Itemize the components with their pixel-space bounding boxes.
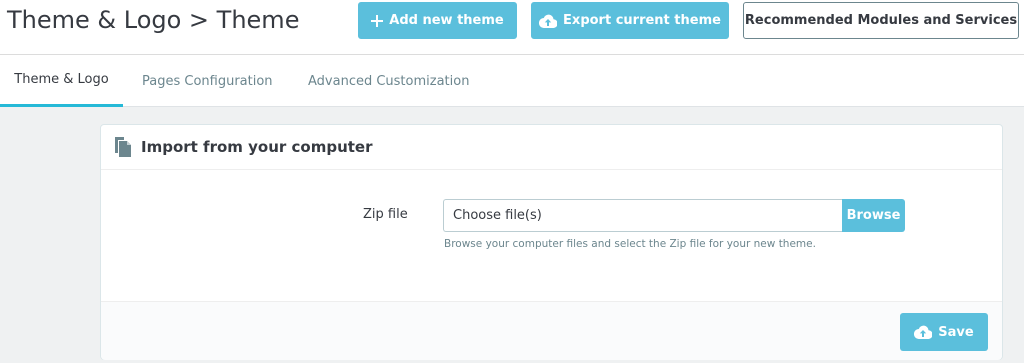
page-header: Theme & Logo > Theme Add new theme Expor…: [0, 0, 1024, 55]
tab-theme-logo-label: Theme & Logo: [14, 72, 109, 87]
zip-help-text: Browse your computer files and select th…: [444, 238, 816, 250]
panel-title: Import from your computer: [141, 138, 373, 156]
tab-pages-configuration[interactable]: Pages Configuration: [142, 55, 273, 107]
cloud-upload-icon: [914, 325, 933, 339]
tab-theme-logo[interactable]: Theme & Logo: [0, 55, 123, 107]
save-label: Save: [938, 324, 974, 340]
import-panel: Import from your computer Zip file Choos…: [100, 124, 1003, 360]
export-current-theme-button[interactable]: Export current theme: [531, 2, 729, 39]
plus-icon: [371, 14, 384, 27]
save-button[interactable]: Save: [900, 313, 988, 351]
cloud-upload-icon: [539, 14, 558, 28]
file-input-placeholder: Choose file(s): [453, 208, 542, 223]
tab-advanced-customization-label: Advanced Customization: [308, 73, 470, 89]
file-copy-icon: [113, 136, 133, 158]
browse-label: Browse: [846, 208, 901, 223]
tab-advanced-customization[interactable]: Advanced Customization: [308, 55, 469, 107]
zip-file-label: Zip file: [363, 207, 408, 222]
tab-bar: Theme & Logo Pages Configuration Advance…: [0, 55, 1024, 107]
tab-pages-configuration-label: Pages Configuration: [142, 73, 273, 89]
recommended-modules-label: Recommended Modules and Services: [744, 13, 1018, 28]
panel-footer: Save: [101, 301, 1002, 360]
panel-heading: Import from your computer: [101, 125, 1002, 170]
page-title: Theme & Logo > Theme: [7, 6, 300, 34]
export-current-theme-label: Export current theme: [563, 13, 721, 28]
browse-button[interactable]: Browse: [842, 199, 905, 232]
add-new-theme-button[interactable]: Add new theme: [358, 2, 517, 39]
add-new-theme-label: Add new theme: [389, 13, 504, 28]
zip-file-input[interactable]: Choose file(s): [443, 199, 843, 232]
recommended-modules-button[interactable]: Recommended Modules and Services: [743, 2, 1019, 39]
